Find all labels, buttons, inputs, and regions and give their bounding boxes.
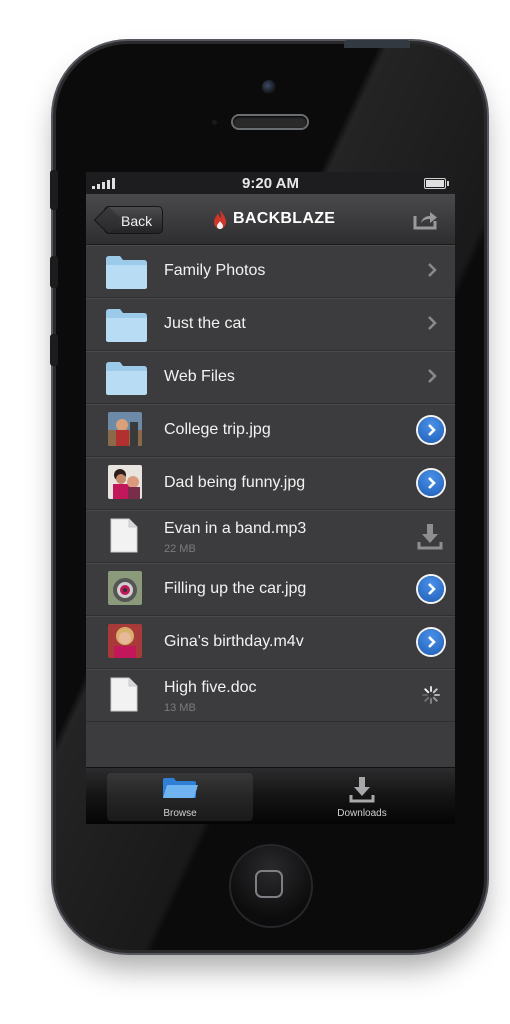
tab-downloads[interactable]: Downloads	[289, 773, 435, 821]
list-item[interactable]: Gina's birthday.m4v	[86, 616, 455, 669]
home-button-square-icon	[255, 870, 283, 898]
tab-label: Browse	[163, 808, 197, 819]
folder-icon	[106, 309, 147, 342]
file-name: High five.doc	[164, 679, 257, 696]
document-icon	[110, 677, 138, 712]
file-name: Dad being funny.jpg	[164, 474, 306, 491]
volume-up-button	[50, 256, 58, 288]
file-name: Filling up the car.jpg	[164, 580, 307, 597]
file-size: 22 MB	[164, 543, 196, 555]
brand-suffix: BLAZE	[280, 210, 336, 227]
detail-disclosure-button[interactable]	[418, 470, 444, 496]
proximity-sensor	[212, 120, 217, 125]
status-time: 9:20 AM	[242, 175, 299, 192]
photo-thumbnail	[108, 465, 142, 499]
detail-disclosure-button[interactable]	[418, 576, 444, 602]
detail-disclosure-button[interactable]	[418, 629, 444, 655]
folder-icon	[106, 362, 147, 395]
chevron-right-icon	[428, 369, 437, 383]
power-button	[344, 40, 410, 48]
status-bar: 9:20 AM	[86, 172, 455, 194]
file-name: Just the cat	[164, 315, 246, 332]
list-item[interactable]: Web Files	[86, 351, 455, 404]
tab-label: Downloads	[337, 808, 387, 819]
file-name: College trip.jpg	[164, 421, 271, 438]
loading-spinner-icon	[422, 686, 440, 704]
chevron-right-icon	[428, 477, 436, 489]
earpiece-speaker	[233, 116, 307, 128]
file-name: Family Photos	[164, 262, 266, 279]
screen: 9:20 AM Back BACKBLAZE Family Photos Jus…	[86, 172, 455, 824]
photo-thumbnail	[108, 412, 142, 446]
photo-thumbnail	[108, 571, 142, 605]
document-icon	[110, 518, 138, 553]
file-size: 13 MB	[164, 702, 196, 714]
back-button[interactable]: Back	[104, 206, 164, 234]
detail-disclosure-button[interactable]	[418, 417, 444, 443]
list-item[interactable]: Dad being funny.jpg	[86, 457, 455, 510]
list-item[interactable]: High five.doc 13 MB	[86, 669, 455, 722]
chevron-right-icon	[428, 424, 436, 436]
front-camera	[262, 80, 276, 94]
battery-icon	[424, 178, 449, 189]
chevron-right-icon	[428, 263, 437, 277]
list-item[interactable]: Just the cat	[86, 298, 455, 351]
file-list: Family Photos Just the cat Web Files Col…	[86, 245, 455, 722]
tab-browse[interactable]: Browse	[107, 773, 253, 821]
folder-icon	[163, 778, 198, 798]
list-item[interactable]: Family Photos	[86, 245, 455, 298]
navigation-bar: Back BACKBLAZE	[86, 194, 455, 245]
list-item[interactable]: Evan in a band.mp3 22 MB	[86, 510, 455, 563]
file-name: Evan in a band.mp3	[164, 520, 307, 537]
file-name: Gina's birthday.m4v	[164, 633, 304, 650]
file-name: Web Files	[164, 368, 235, 385]
list-item[interactable]: College trip.jpg	[86, 404, 455, 457]
list-item[interactable]: Filling up the car.jpg	[86, 563, 455, 616]
chevron-right-icon	[428, 583, 436, 595]
flame-icon	[214, 209, 226, 229]
chevron-right-icon	[428, 636, 436, 648]
share-icon[interactable]	[413, 208, 439, 230]
tab-bar: Browse Downloads	[86, 767, 455, 824]
mute-switch	[50, 170, 58, 210]
back-button-label: Back	[121, 213, 153, 229]
download-icon	[349, 777, 375, 803]
folder-icon	[106, 256, 147, 289]
chevron-right-icon	[428, 316, 437, 330]
volume-down-button	[50, 334, 58, 366]
brand-logo: BACKBLAZE	[212, 209, 335, 229]
photo-thumbnail	[108, 624, 142, 658]
brand-prefix: BACK	[233, 210, 281, 227]
download-icon[interactable]	[417, 522, 443, 550]
